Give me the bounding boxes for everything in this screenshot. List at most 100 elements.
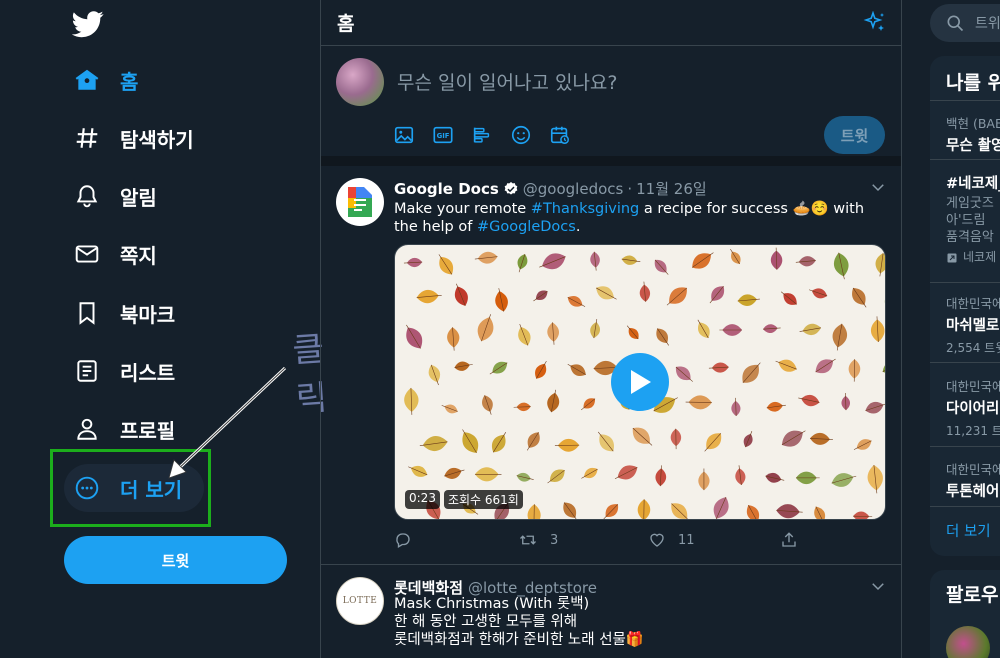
trend-item[interactable]: 대한민국에 다이어리 11,231 트	[946, 376, 1000, 440]
tweet[interactable]: Google Docs @googledocs · 11월 26일 Make y…	[321, 166, 901, 565]
leaf	[709, 286, 725, 304]
leaf	[814, 506, 826, 519]
nav-notifications[interactable]: 알림	[64, 172, 157, 220]
composer-toolbar: GIF	[393, 124, 573, 148]
separator-dot: ·	[627, 179, 633, 198]
nav-lists[interactable]: 리스트	[64, 347, 175, 395]
reply-icon	[396, 533, 410, 548]
trend-item[interactable]: 대한민국에 마쉬멜로 2,554 트윗	[946, 293, 1000, 357]
tweet-actions: 3 11	[394, 531, 814, 549]
divider	[930, 362, 1000, 363]
gif-icon[interactable]: GIF	[432, 124, 456, 148]
leaf	[547, 322, 559, 345]
leaf	[554, 438, 580, 452]
avatar[interactable]	[946, 626, 990, 658]
nav-home[interactable]: 홈	[64, 56, 138, 104]
reply-button[interactable]	[394, 531, 518, 549]
tweet-header: Google Docs @googledocs · 11월 26일	[394, 178, 707, 199]
leaf	[547, 469, 565, 484]
mail-icon	[74, 241, 100, 267]
show-more-link[interactable]: 더 보기	[946, 520, 991, 541]
tweet-line: 롯데백화점과 한해가 준비한 노래 선물🎁	[394, 632, 644, 648]
author-handle[interactable]: @googledocs	[523, 180, 624, 198]
tweet-date[interactable]: 11월 26일	[636, 178, 707, 199]
leaf	[852, 287, 867, 308]
nav-label: 알림	[120, 185, 157, 210]
sidebar: 홈 탐색하기 알림 쪽지 북마크 리스트 프로필 더 보기 트윗 클릭	[0, 0, 330, 658]
tweet[interactable]: LOTTE 롯데백화점 @lotte_deptstore Mask Christ…	[321, 565, 901, 658]
divider	[930, 446, 1000, 447]
leaf	[685, 395, 712, 410]
nav-bookmarks[interactable]: 북마크	[64, 289, 175, 337]
video-time: 0:23	[405, 490, 440, 509]
like-button[interactable]: 11	[648, 531, 780, 549]
author-name[interactable]: Google Docs	[394, 180, 499, 198]
leaf	[743, 431, 753, 448]
nav-explore[interactable]: 탐색하기	[64, 114, 194, 162]
divider	[930, 506, 1000, 507]
right-column: 트위 나를 위 백현 (BAE 무슨 촬영 #네코제_ 게임굿즈 아'드림 품격…	[903, 0, 1000, 658]
more-icon	[74, 475, 100, 501]
leaf	[766, 401, 786, 412]
play-icon	[631, 370, 651, 394]
trend-category: 대한민국에	[946, 379, 1000, 394]
hashtag-link[interactable]: #GoogleDocs	[477, 219, 576, 235]
leaf	[404, 387, 419, 415]
divider	[930, 100, 1000, 101]
chevron-down-icon[interactable]	[869, 577, 887, 595]
poll-icon[interactable]	[471, 124, 495, 148]
chevron-down-icon[interactable]	[869, 178, 887, 196]
leaf	[491, 432, 507, 453]
leaf	[517, 254, 528, 273]
leaf	[637, 499, 651, 519]
tweet-button[interactable]: 트윗	[64, 536, 287, 584]
leaf	[730, 248, 741, 265]
image-icon[interactable]	[393, 124, 417, 148]
bell-icon	[74, 183, 100, 209]
leaf	[670, 428, 682, 450]
share-button[interactable]	[780, 531, 810, 549]
author-handle[interactable]: @lotte_deptstore	[468, 579, 597, 597]
leaf	[719, 324, 743, 336]
profile-icon	[74, 416, 100, 442]
avatar[interactable]: LOTTE	[336, 577, 384, 625]
leaf	[406, 324, 423, 349]
leaf	[454, 361, 473, 371]
compose-input[interactable]: 무슨 일이 일어나고 있나요?	[397, 68, 617, 95]
follow-title: 팔로우	[946, 584, 999, 606]
play-button[interactable]	[611, 353, 669, 411]
compose-tweet-button[interactable]: 트윗	[824, 116, 885, 154]
twitter-logo-icon[interactable]	[72, 8, 104, 40]
sparkle-icon[interactable]	[863, 10, 887, 35]
leaf	[419, 436, 448, 451]
list-icon	[74, 358, 100, 384]
emoji-icon[interactable]	[510, 124, 534, 148]
leaf	[428, 364, 441, 386]
tweet-text-part: .	[575, 219, 581, 235]
leaf	[735, 465, 746, 486]
hashtag-link[interactable]: #Thanksgiving	[531, 201, 639, 217]
search-input[interactable]: 트위	[930, 4, 1000, 42]
main-header: 홈	[321, 0, 901, 46]
leaf	[474, 251, 498, 264]
trend-item[interactable]: 대한민국에 투톤헤어	[946, 459, 1000, 501]
leaf	[438, 254, 454, 275]
leaf	[581, 467, 598, 479]
video-player[interactable]: 0:23 조회수 661회	[394, 244, 886, 520]
leaf	[590, 251, 600, 271]
avatar[interactable]	[336, 178, 384, 226]
nav-messages[interactable]: 쪽지	[64, 230, 157, 278]
video-badges: 0:23 조회수 661회	[405, 490, 523, 509]
leaf	[815, 358, 836, 374]
nav-profile[interactable]: 프로필	[64, 405, 175, 453]
nav-label: 쪽지	[120, 243, 157, 268]
trend-item[interactable]: 백현 (BAE 무슨 촬영	[946, 113, 1000, 155]
avatar[interactable]	[336, 58, 384, 106]
leaf	[775, 359, 797, 372]
retweet-button[interactable]: 3	[518, 531, 648, 549]
leaf	[632, 427, 653, 446]
leaf	[474, 467, 502, 482]
leaf	[848, 359, 861, 382]
schedule-icon[interactable]	[549, 124, 573, 148]
trend-item[interactable]: #네코제_ 게임굿즈 아'드림 품격음악 네코제	[946, 172, 1000, 266]
